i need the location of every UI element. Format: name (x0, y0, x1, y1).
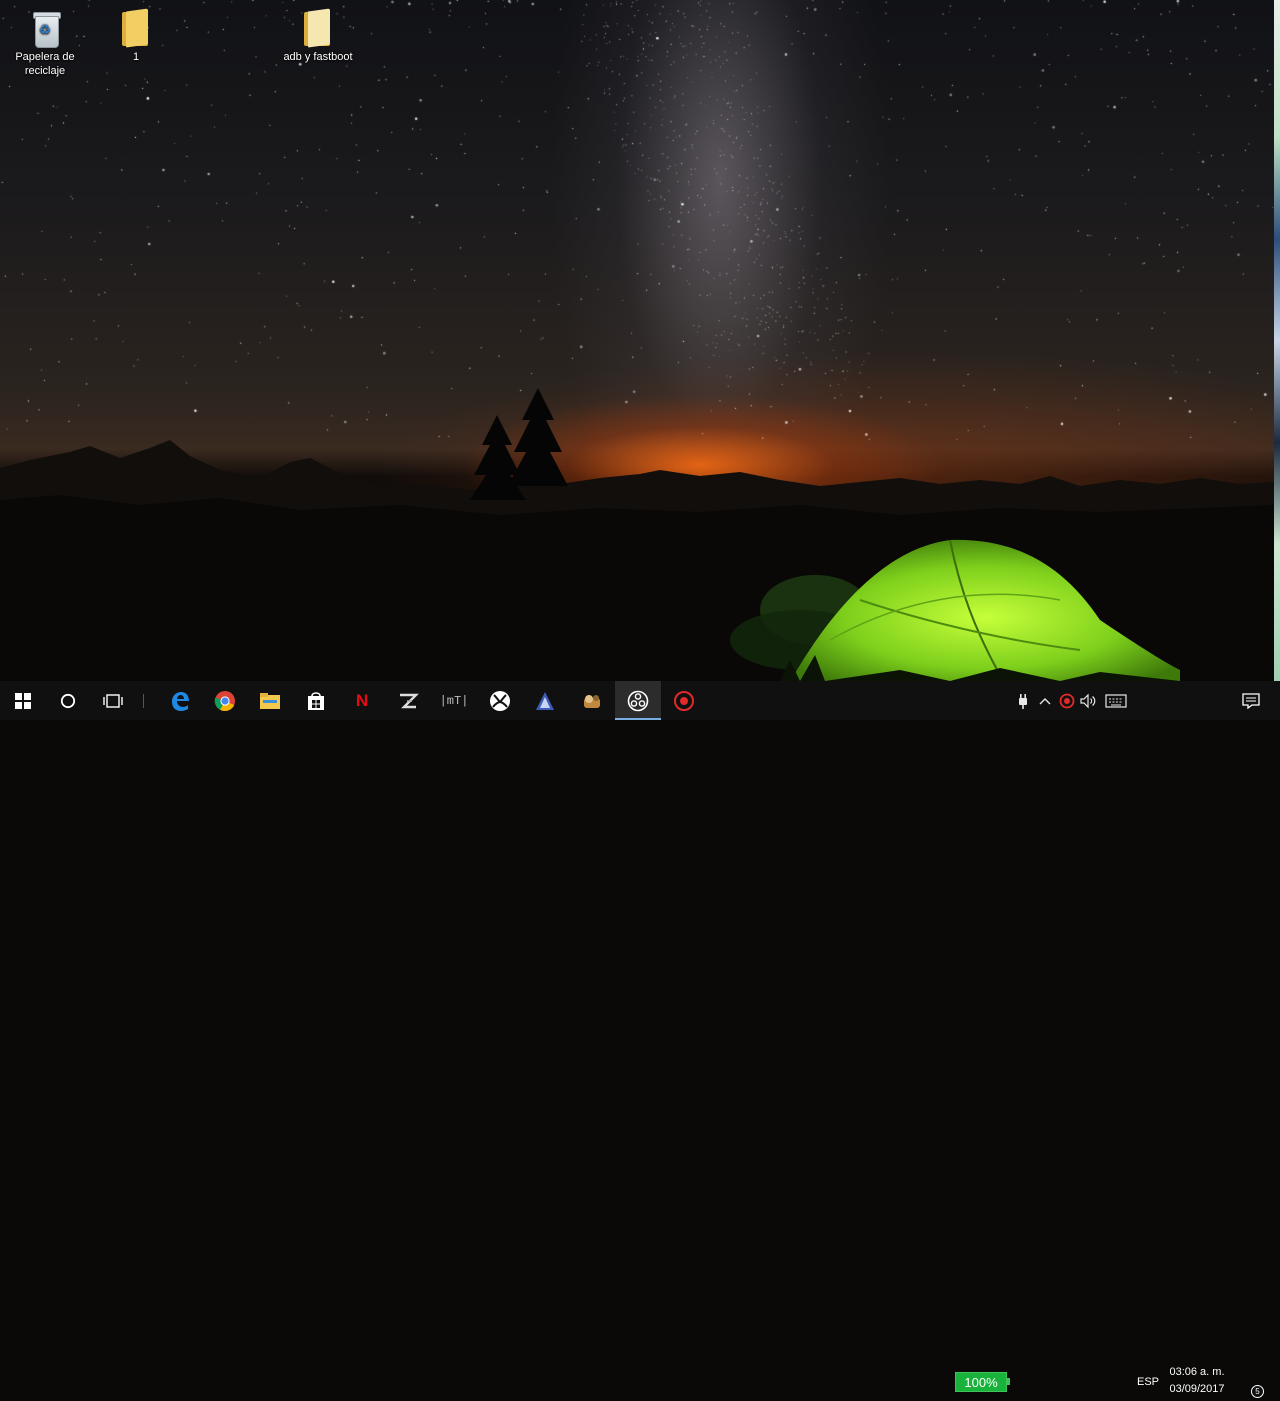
battery-tip (1007, 1378, 1010, 1385)
input-language-indicator[interactable]: ESP (1134, 1362, 1162, 1401)
mytube-icon: |mT| (439, 693, 469, 708)
clock-time: 03:06 a. m. (1169, 1366, 1225, 1378)
folder-icon (301, 8, 335, 48)
windows-logo-icon (15, 692, 31, 709)
z-app-button[interactable] (385, 681, 431, 720)
folder-icon (119, 8, 153, 48)
game-app-button[interactable] (569, 681, 615, 720)
touch-keyboard-icon[interactable] (1102, 681, 1130, 720)
xbox-icon (490, 690, 510, 711)
obs-icon (627, 690, 649, 711)
desktop-icon-label: 1 (132, 51, 140, 63)
adjacent-window-edge (1274, 0, 1280, 681)
file-explorer-button[interactable] (247, 681, 293, 720)
cortana-button[interactable] (45, 681, 91, 720)
mytube-button[interactable]: |mT| (431, 681, 477, 720)
recycle-bin-shortcut[interactable]: ♻ Papelera de reciclaje (7, 8, 83, 78)
action-center-button[interactable] (1236, 681, 1266, 720)
desktop-icon-label: adb y fastboot (283, 51, 353, 63)
edge-button[interactable] (157, 681, 203, 720)
circle-search-icon (60, 693, 76, 708)
taskbar: N |mT| 100% ESP 03:06 a. m. 03/09/2017 5 (0, 681, 1280, 1398)
task-view-icon (103, 693, 123, 708)
obs-button[interactable] (615, 681, 661, 720)
triangle-app-icon (536, 691, 554, 710)
folder-adb-fastboot-shortcut[interactable]: adb y fastboot (280, 8, 356, 64)
z-app-icon (400, 693, 419, 708)
clock[interactable]: 03:06 a. m. 03/09/2017 (1162, 1364, 1232, 1400)
desktop[interactable]: ♻ Papelera de reciclaje 1 adb y fastboot (0, 0, 1274, 681)
chrome-button[interactable] (202, 681, 248, 720)
game-app-icon (584, 694, 600, 708)
power-plug-icon[interactable] (1012, 681, 1034, 720)
store-icon (308, 691, 324, 710)
recycle-bin-icon: ♻ (28, 8, 62, 48)
xbox-button[interactable] (477, 681, 523, 720)
notification-count-badge: 5 (1251, 1385, 1264, 1398)
wallpaper-scenery (0, 388, 1274, 681)
red-circle-app-button[interactable] (661, 681, 707, 720)
edge-browser-icon (172, 691, 189, 711)
desktop-icon-label: Papelera de reciclaje (15, 51, 75, 77)
clock-date: 03/09/2017 (1169, 1383, 1225, 1395)
triangle-app-button[interactable] (522, 681, 568, 720)
file-explorer-icon (260, 692, 280, 709)
record-tray-icon[interactable] (1056, 681, 1078, 720)
battery-percentage[interactable]: 100% (955, 1372, 1007, 1392)
red-circle-app-icon (674, 690, 694, 711)
task-view-button[interactable] (90, 681, 136, 720)
taskbar-divider (140, 681, 146, 720)
netflix-icon: N (355, 690, 369, 710)
notification-icon (1242, 692, 1260, 709)
folder-1-shortcut[interactable]: 1 (98, 8, 174, 64)
show-hidden-icons-chevron-icon[interactable] (1035, 681, 1055, 720)
volume-icon[interactable] (1078, 681, 1100, 720)
netflix-button[interactable]: N (339, 681, 385, 720)
chrome-icon (214, 690, 235, 711)
start-button[interactable] (0, 681, 46, 720)
store-button[interactable] (293, 681, 339, 720)
